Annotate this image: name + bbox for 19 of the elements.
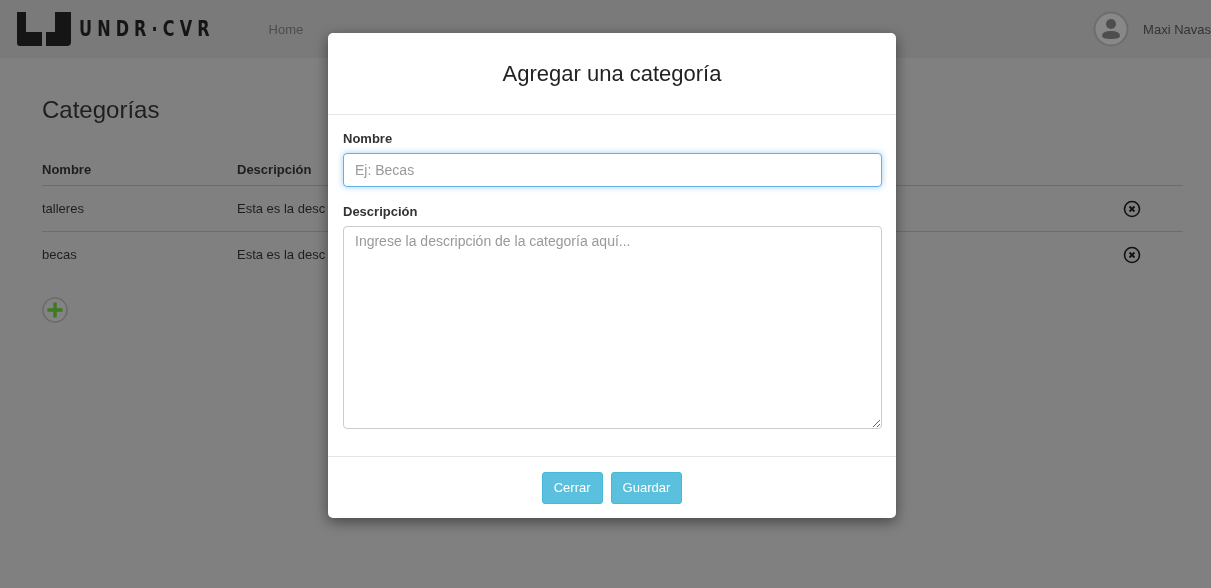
dialog-button[interactable]: Cerrar [541, 471, 603, 504]
name-field[interactable]: Ej: Becas [343, 153, 882, 187]
table-cell: Esta es la desc [237, 247, 326, 262]
table-cell: talleres [42, 201, 84, 216]
logo-icon [17, 12, 71, 46]
delete-icon[interactable] [1123, 245, 1141, 264]
page-title: Categorías [42, 96, 161, 124]
field-label: Nombre [343, 131, 394, 146]
table-cell: Esta es la desc [237, 201, 326, 216]
delete-icon[interactable] [1123, 199, 1141, 218]
table-cell: becas [42, 247, 77, 262]
column-header: Descripción [237, 162, 312, 177]
brand-name[interactable]: UNDR·CVR [79, 17, 215, 41]
field-label: Descripción [343, 204, 419, 219]
column-header: Nombre [42, 162, 92, 177]
dialog-title: Agregar una categoría [502, 60, 722, 87]
user-name[interactable]: Maxi Navas [1143, 21, 1211, 37]
dialog-button[interactable]: Guardar [610, 471, 683, 504]
description-field[interactable]: Ingrese la descripción de la categoría aquí... [343, 226, 882, 429]
